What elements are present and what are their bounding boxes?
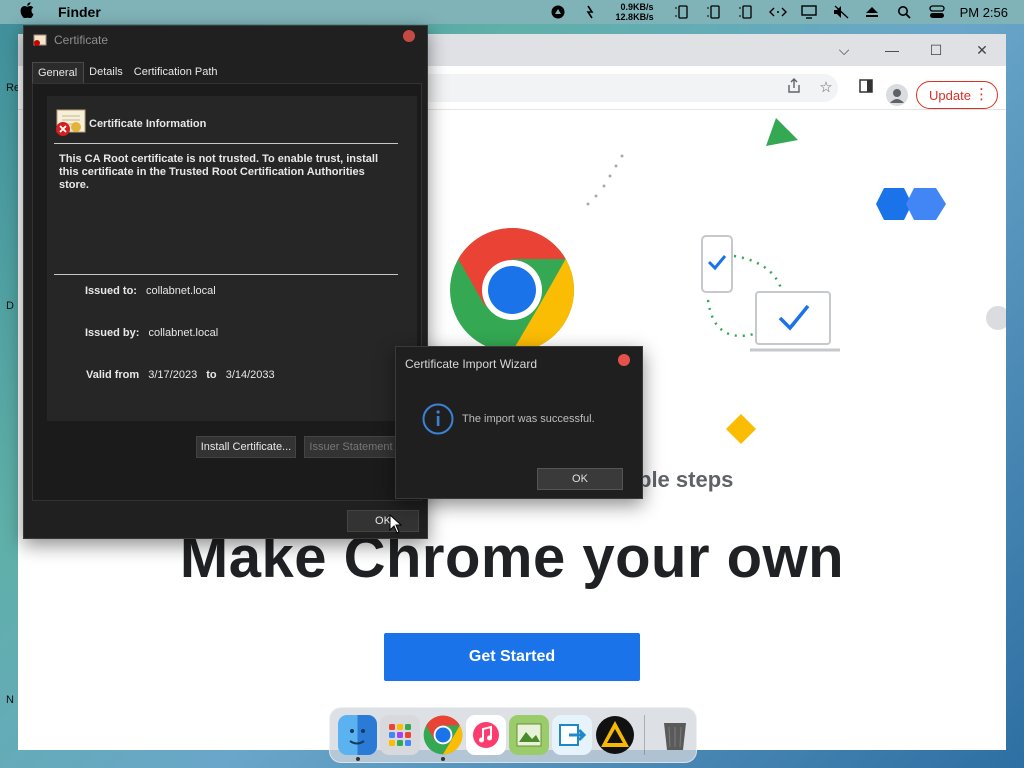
dock-separator — [644, 715, 646, 755]
update-label: Update — [929, 87, 971, 103]
tab-bar: General Details Certification Path — [32, 62, 224, 84]
more-menu-icon[interactable]: ⋮ — [974, 85, 989, 103]
network-speed: 0.9KB/s 12.8KB/s — [616, 2, 654, 22]
close-button[interactable] — [618, 354, 630, 366]
issued-by-label: Issued by: — [85, 327, 140, 339]
battery-icon[interactable] — [673, 5, 688, 19]
info-icon — [422, 403, 454, 435]
maximize-button[interactable]: ☐ — [926, 40, 946, 60]
valid-to-label: to — [206, 369, 217, 381]
display-icon[interactable] — [800, 5, 817, 19]
dialog-title: Certificate — [54, 33, 109, 47]
address-bar[interactable] — [418, 74, 838, 102]
close-button[interactable]: ✕ — [972, 40, 992, 60]
certificate-icon — [33, 34, 47, 46]
chevron-down-icon[interactable]: ⌵ — [834, 40, 854, 60]
issued-to-row: Issued to: collabnet.local — [85, 285, 216, 297]
vlc-icon[interactable] — [595, 715, 635, 755]
tab-general[interactable]: General — [32, 62, 85, 84]
mouse-cursor-icon — [389, 514, 403, 534]
certificate-ok-button[interactable]: OK — [347, 510, 419, 532]
bookmark-star-icon[interactable]: ☆ — [816, 78, 836, 98]
issued-to-label: Issued to: — [85, 285, 137, 297]
wizard-message: The import was successful. — [462, 413, 595, 425]
chrome-icon[interactable] — [423, 715, 463, 761]
download-rate: 12.8KB/s — [615, 12, 654, 22]
active-app-name[interactable]: Finder — [58, 4, 101, 20]
status-area: 0.9KB/s 12.8KB/s PM 2:56 — [542, 0, 1024, 24]
preview-icon[interactable] — [508, 715, 549, 755]
side-panel-icon[interactable] — [856, 78, 876, 98]
wizard-ok-button[interactable]: OK — [537, 468, 623, 490]
apple-icon[interactable] — [20, 1, 40, 23]
migration-icon[interactable] — [551, 715, 592, 755]
dots-decoration — [586, 154, 624, 206]
desktop-item-label[interactable]: D — [6, 300, 14, 312]
edge-shape-decoration — [986, 306, 1006, 330]
validity-row: Valid from 3/17/2023 to 3/14/2033 — [86, 369, 275, 381]
running-indicator — [355, 757, 360, 761]
certificate-error-icon — [56, 109, 86, 136]
welcome-subtitle: ple steps — [638, 467, 734, 492]
trust-warning-text: This CA Root certificate is not trusted.… — [59, 153, 379, 191]
wizard-title: Certificate Import Wizard — [405, 357, 538, 371]
import-wizard-dialog: Certificate Import Wizard The import was… — [395, 346, 643, 499]
control-center-icon[interactable] — [928, 5, 945, 19]
devices-illustration — [701, 235, 840, 352]
trash-icon[interactable] — [655, 715, 695, 755]
dock — [329, 707, 697, 763]
chrome-logo-icon — [450, 228, 575, 352]
search-icon[interactable] — [897, 5, 911, 19]
launchpad-icon[interactable] — [380, 715, 421, 755]
valid-from-label: Valid from — [86, 369, 140, 381]
blue-hexagon-icon — [876, 188, 946, 220]
battery-icon[interactable] — [737, 5, 752, 19]
divider — [54, 143, 398, 144]
issued-by-value: collabnet.local — [148, 327, 219, 339]
tab-certification-path[interactable]: Certification Path — [129, 62, 224, 84]
install-certificate-button[interactable]: Install Certificate... — [196, 436, 296, 458]
battery-icon[interactable] — [705, 5, 720, 19]
minimize-button[interactable]: — — [882, 40, 902, 60]
tab-details[interactable]: Details — [84, 62, 129, 84]
certificate-dialog: Certificate General Details Certificatio… — [23, 25, 428, 539]
profile-avatar[interactable] — [886, 84, 908, 106]
record-icon[interactable] — [551, 5, 565, 19]
valid-from-value: 3/17/2023 — [148, 369, 198, 381]
valid-to-value: 3/14/2033 — [225, 369, 275, 381]
clock[interactable]: PM 2:56 — [960, 5, 1008, 20]
divider — [54, 274, 398, 275]
share-icon[interactable] — [784, 78, 804, 98]
certificate-info-heading: Certificate Information — [89, 118, 207, 130]
get-started-button[interactable]: Get Started — [384, 633, 640, 681]
issuer-statement-button[interactable]: Issuer Statement — [304, 436, 398, 458]
signal-icon[interactable] — [583, 5, 597, 19]
upload-rate: 0.9KB/s — [620, 2, 654, 12]
running-indicator — [441, 757, 446, 761]
green-triangle-icon — [766, 118, 798, 146]
mute-icon[interactable] — [833, 5, 849, 19]
code-icon[interactable] — [768, 5, 787, 19]
issued-by-row: Issued by: collabnet.local — [85, 327, 218, 339]
update-button[interactable]: Update ⋮ — [916, 81, 998, 109]
music-icon[interactable] — [466, 715, 506, 755]
issued-to-value: collabnet.local — [146, 285, 216, 297]
close-button[interactable] — [403, 30, 415, 42]
finder-icon[interactable] — [337, 715, 378, 761]
desktop-item-label[interactable]: N — [6, 694, 14, 706]
menu-bar: Finder 0.9KB/s 12.8KB/s PM 2:56 — [0, 0, 1024, 24]
yellow-diamond-icon — [726, 414, 756, 444]
eject-icon[interactable] — [865, 5, 879, 19]
